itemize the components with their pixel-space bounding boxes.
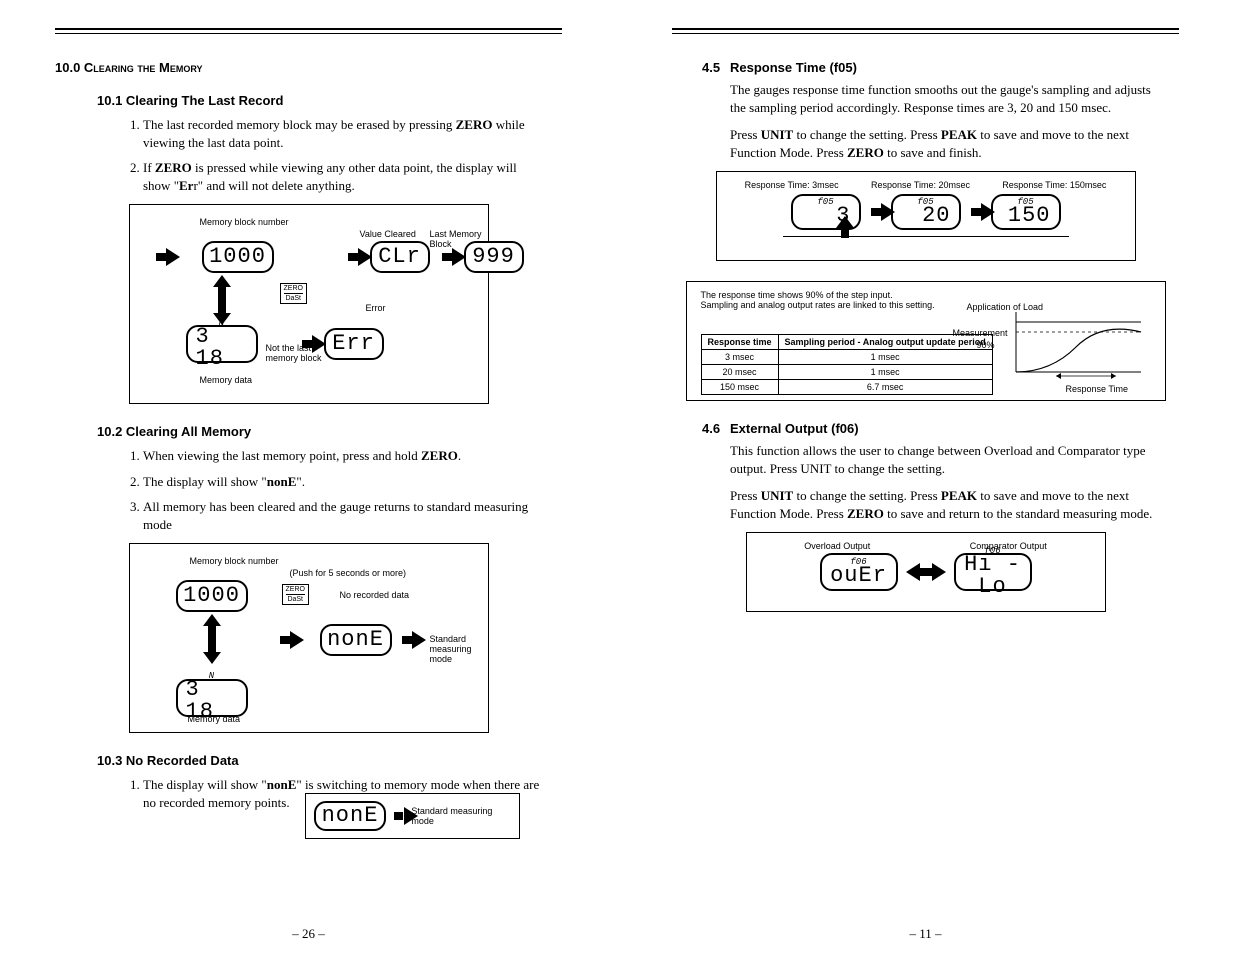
label-memory-block-number: Memory block number: [190, 556, 279, 566]
page-number: – 11 –: [617, 926, 1234, 942]
heading-4-6: 4.6External Output (f06): [702, 421, 1179, 436]
lcd-none: nonE: [314, 801, 386, 831]
label-response-time: Response Time: [1066, 384, 1129, 394]
paragraph: The gauges response time function smooth…: [730, 81, 1159, 116]
list-item: The display will show "nonE".: [143, 473, 542, 491]
lcd-1000: 1000: [176, 580, 248, 612]
label-no-recorded-data: No recorded data: [340, 590, 410, 600]
heading-4-5: 4.5Response Time (f05): [702, 60, 1179, 75]
figure-4-5-table: The response time shows 90% of the step …: [686, 281, 1166, 401]
page-left: 10.0 Clearing the Memory 10.1 Clearing T…: [0, 0, 617, 954]
heading-10-2: 10.2 Clearing All Memory: [97, 424, 562, 439]
note: The response time shows 90% of the step …: [701, 290, 951, 310]
arrow-right-icon: [402, 636, 412, 644]
table-row: 3 msec1 msec: [701, 350, 992, 365]
lcd-f05-20: f05 20: [891, 194, 961, 230]
lcd-999: 999: [464, 241, 524, 273]
arrow-right-icon: [348, 253, 358, 261]
page-number: – 26 –: [0, 926, 617, 942]
label-standard-measuring-mode: Standard measuring mode: [411, 806, 511, 826]
label-value-cleared: Value Cleared: [360, 229, 416, 239]
col-header: Response time: [701, 335, 778, 350]
label-memory-data: Memory data: [200, 375, 253, 385]
label-overload-output: Overload Output: [804, 541, 870, 551]
label-90pct: 90%: [977, 340, 995, 350]
list-item: When viewing the last memory point, pres…: [143, 447, 542, 465]
list-10-1: The last recorded memory block may be er…: [115, 116, 542, 194]
list-item: The last recorded memory block may be er…: [143, 116, 542, 151]
zero-button-graphic: ZERODaSt: [282, 584, 309, 605]
figure-10-2: Memory block number (Push for 5 seconds …: [129, 543, 489, 733]
arrow-right-icon: [442, 253, 452, 261]
figure-4-5: Response Time: 3msec Response Time: 20ms…: [716, 171, 1136, 261]
list-10-2: When viewing the last memory point, pres…: [115, 447, 542, 533]
arrow-up-icon: [841, 228, 849, 238]
label-comparator-output: Comparator Output: [970, 541, 1047, 551]
figure-10-1: Memory block number Value Cleared Last M…: [129, 204, 489, 404]
table-row: 150 msec6.7 msec: [701, 380, 992, 395]
paragraph: Press UNIT to change the setting. Press …: [730, 487, 1159, 522]
arrow-right-icon: [280, 636, 290, 644]
label-memory-block-number: Memory block number: [200, 217, 289, 227]
arrow-right-icon: [971, 208, 981, 216]
arrow-updown-icon: [208, 626, 216, 652]
list-item: If ZERO is pressed while viewing any oth…: [143, 159, 542, 194]
lcd-none: nonE: [320, 624, 392, 656]
heading-10-3: 10.3 No Recorded Data: [97, 753, 562, 768]
lcd-clr: CLr: [370, 241, 430, 273]
lcd-1000: 1000: [202, 241, 274, 273]
figure-10-3: nonE Standard measuring mode: [305, 793, 520, 839]
arrow-right-icon: [394, 812, 403, 820]
lcd-f06-over: f06 ouEr: [820, 553, 898, 591]
figure-4-6: Overload Output Comparator Output f06 ou…: [746, 532, 1106, 612]
paragraph: This function allows the user to change …: [730, 442, 1159, 477]
arrow-updown-icon: [218, 287, 226, 313]
response-time-table: Response timeSampling period - Analog ou…: [701, 334, 993, 395]
lcd-318: N 3 18: [176, 679, 248, 717]
lcd-f06-hilo: f06 Hı -Lo: [954, 553, 1032, 591]
paragraph: Press UNIT to change the setting. Press …: [730, 126, 1159, 161]
label-memory-data: Memory data: [188, 714, 241, 724]
label-standard-measuring-mode: Standard measuring mode: [430, 634, 488, 664]
label-rt-20: Response Time: 20msec: [871, 180, 970, 190]
arrow-leftright-icon: [920, 568, 932, 576]
zero-button-graphic: ZERODaSt: [280, 283, 307, 304]
response-curve-plot: Measurement 90% Response Time: [1001, 302, 1151, 372]
lcd-err: Err: [324, 328, 384, 360]
heading-10-1: 10.1 Clearing The Last Record: [97, 93, 562, 108]
arrow-right-icon: [156, 253, 166, 261]
page-right: 4.5Response Time (f05) The gauges respon…: [617, 0, 1234, 954]
heading-10: 10.0 Clearing the Memory: [55, 60, 562, 75]
label-rt-150: Response Time: 150msec: [1002, 180, 1106, 190]
label-error: Error: [366, 303, 386, 313]
label-rt-3: Response Time: 3msec: [745, 180, 839, 190]
table-row: 20 msec1 msec: [701, 365, 992, 380]
label-measurement: Measurement: [953, 328, 1008, 338]
lcd-f05-150: f05 150: [991, 194, 1061, 230]
label-not-last-memory-block: Not the last memory block: [266, 343, 322, 363]
arrow-right-icon: [871, 208, 881, 216]
list-item: All memory has been cleared and the gaug…: [143, 498, 542, 533]
label-push-5sec: (Push for 5 seconds or more): [290, 568, 407, 578]
rule: [55, 28, 562, 34]
rule: [672, 28, 1179, 34]
lcd-318: N 3 18: [186, 325, 258, 363]
